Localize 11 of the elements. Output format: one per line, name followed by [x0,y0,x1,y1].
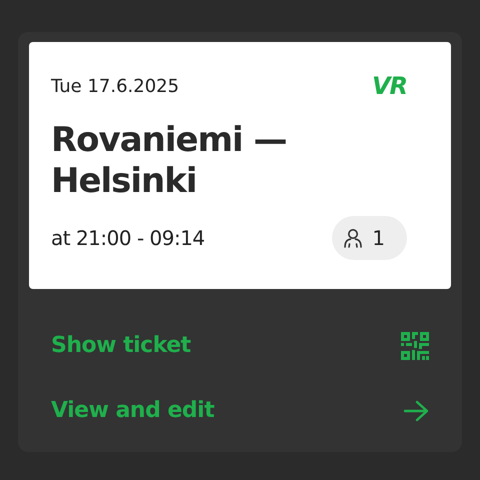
show-ticket-button[interactable]: Show ticket [29,313,451,378]
travel-date: Tue 17.6.2025 [51,76,180,96]
vr-logo: VR [372,72,407,100]
qr-code-icon [401,332,429,360]
ticket-card[interactable]: Tue 17.6.2025 VR Rovaniemi — Helsinki at 21:00 - 09:14 1 [29,42,451,289]
route-title: Rovaniemi — Helsinki [51,120,288,202]
travel-time: at 21:00 - 09:14 [51,226,205,250]
passenger-count: 1 [372,226,385,250]
person-icon [342,226,364,249]
arrow-right-icon [403,400,429,422]
view-edit-button[interactable]: View and edit [29,378,451,443]
